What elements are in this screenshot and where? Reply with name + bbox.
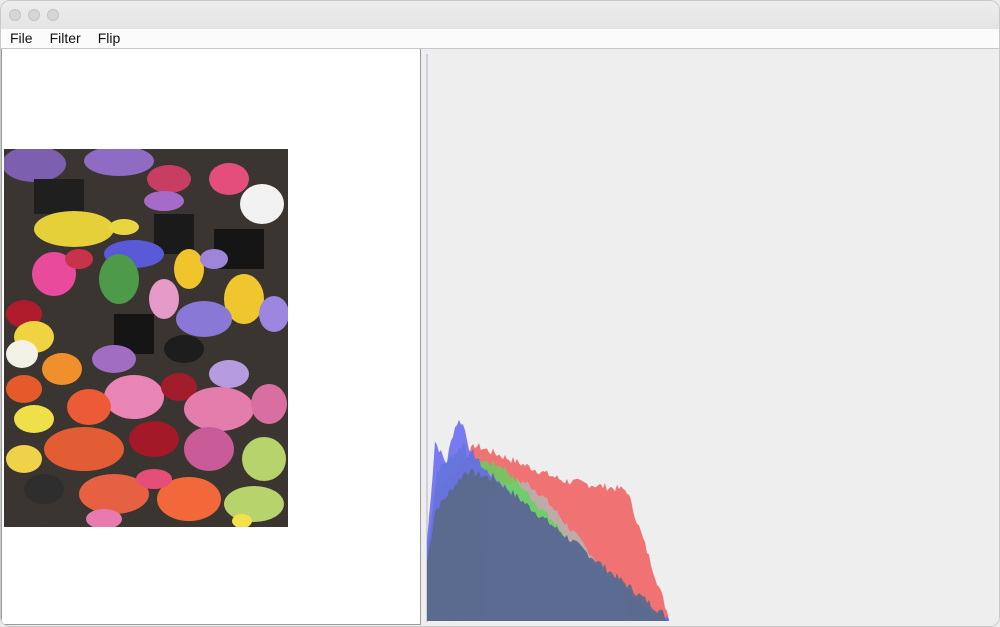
- flower-photo-image: [4, 149, 288, 527]
- close-window-button[interactable]: [9, 9, 21, 21]
- menu-flip[interactable]: Flip: [98, 29, 121, 48]
- image-panel: [1, 49, 421, 625]
- histogram-chart: [426, 54, 669, 622]
- title-bar: [1, 1, 999, 30]
- menu-file[interactable]: File: [10, 29, 33, 48]
- minimize-window-button[interactable]: [28, 9, 40, 21]
- histogram-panel: [422, 49, 999, 626]
- app-window: File Filter Flip: [0, 0, 1000, 627]
- menu-bar: File Filter Flip: [1, 29, 999, 49]
- flower-photo: [4, 149, 288, 527]
- zoom-window-button[interactable]: [47, 9, 59, 21]
- menu-filter[interactable]: Filter: [50, 29, 81, 48]
